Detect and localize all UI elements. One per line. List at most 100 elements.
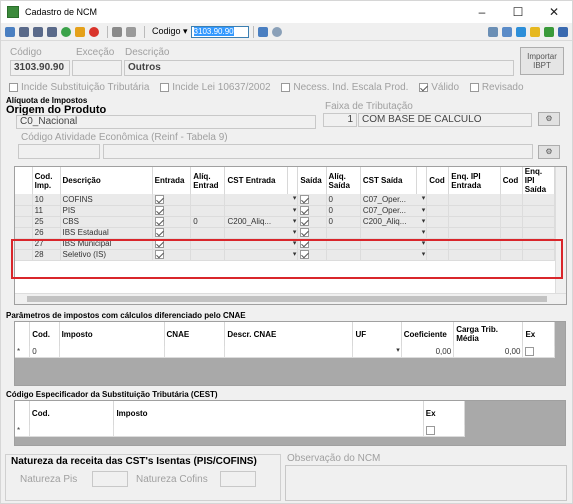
cst-entrada-cell[interactable] [224, 205, 299, 217]
cell[interactable] [426, 205, 450, 217]
next-record-icon[interactable] [47, 26, 57, 37]
aliq-saida-cell[interactable] [326, 227, 361, 239]
undo-icon[interactable] [126, 26, 136, 37]
saida-checkbox[interactable] [300, 228, 310, 237]
table-row[interactable]: 10COFINS 0C07_Oper... [15, 194, 556, 206]
close-button[interactable]: ✕ [536, 1, 572, 23]
aliq-entrada-cell[interactable]: 0 [190, 216, 226, 228]
saida-cell[interactable] [297, 194, 327, 206]
natureza-cofins-field[interactable] [220, 471, 256, 487]
ex-checkbox[interactable] [525, 346, 535, 356]
cell[interactable] [522, 205, 556, 217]
cell[interactable] [500, 216, 523, 228]
table-row[interactable]: 26 IBS Estadual [15, 227, 556, 239]
entrada-checkbox[interactable] [154, 206, 164, 215]
aliq-entrada-cell[interactable] [190, 205, 226, 217]
settings-icon[interactable] [271, 26, 282, 37]
valido-checkbox[interactable]: Válido [419, 82, 459, 93]
carga-cell[interactable]: 0,00 [453, 346, 524, 358]
desc-cell[interactable]: IBS Estadual [60, 227, 153, 239]
ex-cell[interactable] [522, 346, 555, 358]
incide-st-checkbox[interactable]: Incide Substituição Tributária [9, 82, 149, 93]
aliq-saida-cell[interactable]: 0 [326, 216, 361, 228]
table-row[interactable]: 25CBS0C200_Aliq...0C200_Aliq... [15, 216, 556, 228]
codigo-selector[interactable]: Codigo ▾ [152, 26, 188, 37]
entrada-cell[interactable] [152, 205, 192, 217]
saida-checkbox[interactable] [300, 206, 310, 215]
refresh-icon[interactable] [516, 26, 526, 37]
entrada-cell[interactable] [152, 216, 192, 228]
cod-cell[interactable]: 0 [29, 346, 60, 358]
maximize-button[interactable]: ☐ [500, 1, 536, 23]
find-icon[interactable] [502, 26, 512, 37]
save-icon[interactable] [5, 26, 15, 37]
cod-cell[interactable] [29, 425, 115, 437]
delete-icon[interactable] [89, 26, 99, 37]
impostos-hscrollbar[interactable] [15, 293, 566, 304]
observacao-field[interactable] [285, 465, 567, 501]
cell[interactable] [448, 205, 501, 217]
export-icon[interactable] [544, 26, 554, 37]
search-icon[interactable] [257, 26, 268, 37]
cell[interactable] [426, 216, 450, 228]
faixa-config-icon[interactable]: ⚙ [538, 112, 560, 126]
incide-lei-checkbox[interactable]: Incide Lei 10637/2002 [160, 82, 271, 93]
codigo-field[interactable]: 3103.90.90 [10, 60, 70, 76]
desc-cell[interactable]: CBS [60, 216, 153, 228]
revisado-checkbox[interactable]: Revisado [469, 82, 524, 93]
cst-saida-cell[interactable]: C07_Oper... [360, 205, 428, 217]
coeficiente-cell[interactable]: 0,00 [401, 346, 455, 358]
cell[interactable] [448, 227, 501, 239]
table-row[interactable]: * 0 0,00 0,00 [15, 346, 555, 358]
cell[interactable] [500, 205, 523, 217]
filter-icon[interactable] [530, 26, 540, 37]
cell[interactable] [426, 194, 450, 206]
cnae-cell[interactable] [164, 346, 226, 358]
imposto-cell[interactable] [59, 346, 165, 358]
cst-saida-cell[interactable]: C200_Aliq... [360, 216, 428, 228]
cod-atividade-desc[interactable] [103, 144, 533, 159]
ex-checkbox[interactable] [425, 425, 435, 435]
cell[interactable] [426, 227, 450, 239]
aliq-entrada-cell[interactable] [190, 227, 226, 239]
cod-cell[interactable]: 11 [32, 205, 61, 217]
entrada-checkbox[interactable] [154, 228, 164, 237]
cell[interactable] [500, 227, 523, 239]
natureza-pis-field[interactable] [92, 471, 128, 487]
desc-cell[interactable]: PIS [60, 205, 153, 217]
faixa-value[interactable]: COM BASE DE CALCULO [358, 113, 532, 127]
codigo-search-input[interactable]: 3103.90.90 [190, 25, 249, 38]
cod-cell[interactable]: 26 [32, 227, 61, 239]
cst-entrada-cell[interactable]: C200_Aliq... [224, 216, 299, 228]
origem-select[interactable]: C0_Nacional [16, 115, 316, 129]
desc-cell[interactable]: COFINS [60, 194, 153, 206]
cell[interactable] [500, 194, 523, 206]
saida-checkbox[interactable] [300, 194, 310, 204]
importar-ibpt-button[interactable]: Importar IBPT [520, 47, 564, 75]
imposto-cell[interactable] [113, 425, 424, 437]
hscroll-thumb[interactable] [27, 296, 547, 302]
cod-cell[interactable]: 10 [32, 194, 61, 206]
cell[interactable] [522, 227, 556, 239]
first-record-icon[interactable] [19, 26, 29, 37]
descricao-field[interactable]: Outros [124, 60, 514, 76]
cst-saida-cell[interactable]: C07_Oper... [360, 194, 428, 206]
previous-record-icon[interactable] [33, 26, 43, 37]
edit-icon[interactable] [75, 26, 85, 37]
saida-cell[interactable] [297, 227, 327, 239]
ex-cell[interactable] [423, 425, 466, 437]
aliq-saida-cell[interactable]: 0 [326, 194, 361, 206]
table-row[interactable]: 11PIS 0C07_Oper... [15, 205, 556, 217]
aliq-entrada-cell[interactable] [190, 194, 226, 206]
entrada-checkbox[interactable] [154, 194, 164, 204]
cst-entrada-cell[interactable] [224, 194, 299, 206]
cst-saida-cell[interactable] [360, 227, 428, 239]
uf-cell[interactable] [352, 346, 402, 358]
entrada-cell[interactable] [152, 194, 192, 206]
table-row[interactable]: * [15, 425, 466, 437]
cell[interactable] [448, 216, 501, 228]
descr-cnae-cell[interactable] [224, 346, 354, 358]
cell[interactable] [522, 216, 556, 228]
necess-checkbox[interactable]: Necess. Ind. Escala Prod. [281, 82, 408, 93]
cell[interactable] [522, 194, 556, 206]
